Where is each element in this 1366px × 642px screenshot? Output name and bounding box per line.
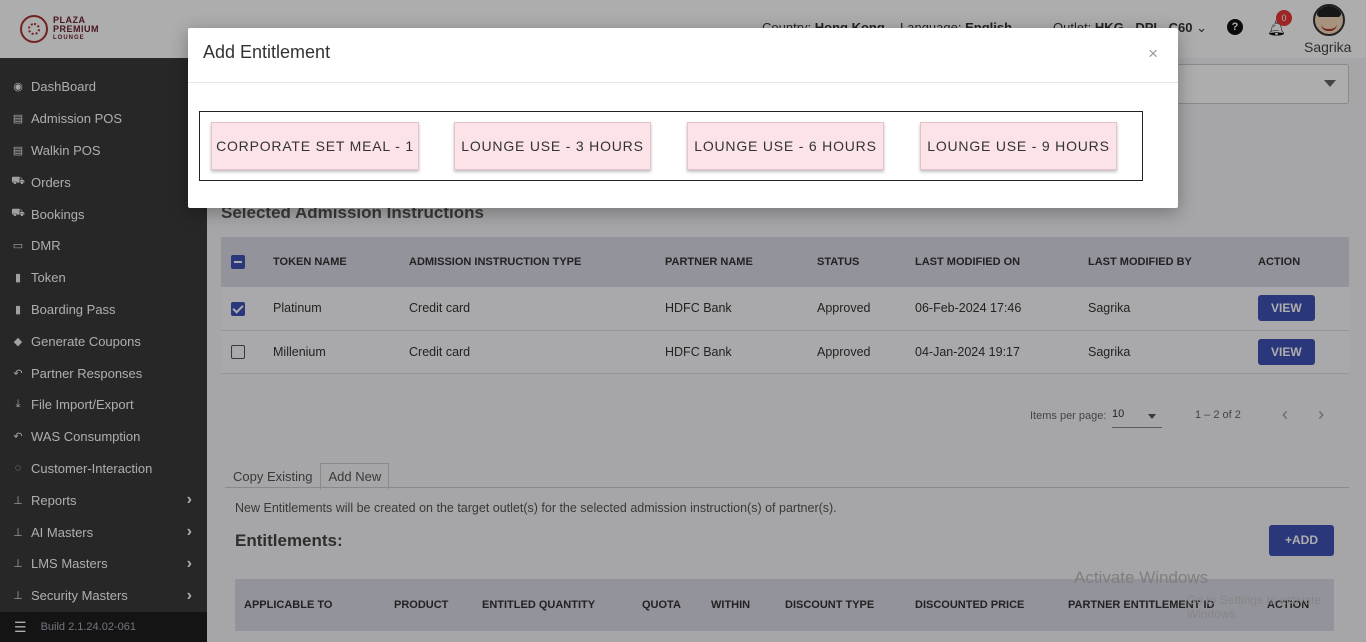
option-lounge-use-3-hours[interactable]: LOUNGE USE - 3 HOURS (454, 122, 651, 170)
option-lounge-use-9-hours[interactable]: LOUNGE USE - 9 HOURS (920, 122, 1117, 170)
option-lounge-use-6-hours[interactable]: LOUNGE USE - 6 HOURS (687, 122, 884, 170)
entitlement-options: CORPORATE SET MEAL - 1 LOUNGE USE - 3 HO… (199, 111, 1143, 181)
dialog-header: Add Entitlement × (188, 28, 1178, 83)
option-corporate-set-meal[interactable]: CORPORATE SET MEAL - 1 (211, 122, 419, 170)
add-entitlement-dialog: Add Entitlement × CORPORATE SET MEAL - 1… (188, 28, 1178, 208)
close-icon[interactable]: × (1148, 44, 1158, 64)
dialog-title: Add Entitlement (203, 42, 331, 62)
